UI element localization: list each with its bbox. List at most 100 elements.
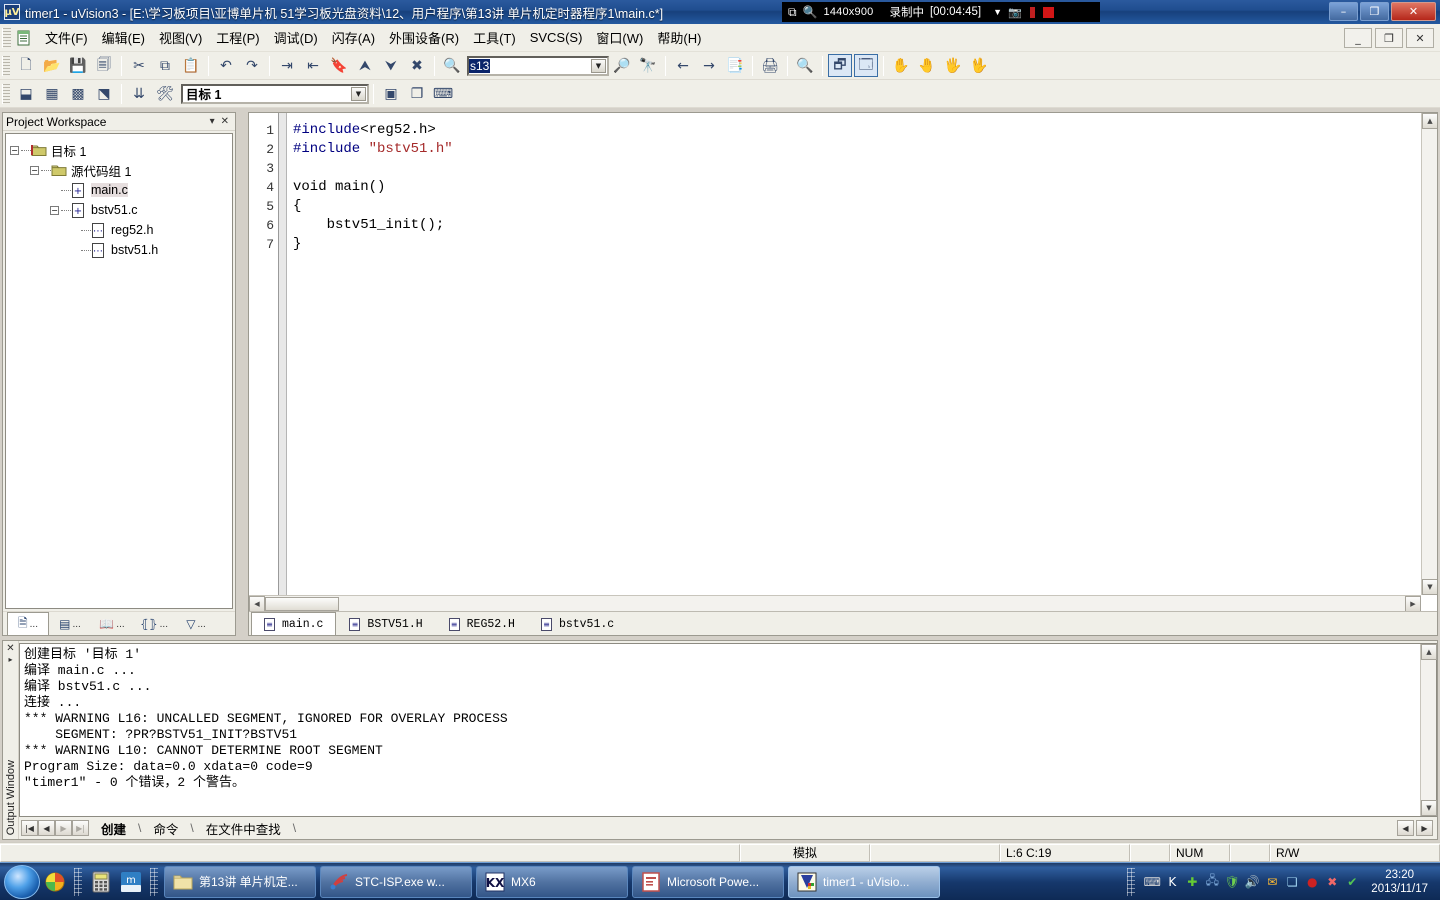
media-player-icon[interactable] bbox=[42, 867, 68, 897]
bookmark-list-icon[interactable]: 📑 bbox=[723, 54, 747, 77]
bookmark-prev-icon[interactable]: ⮝ bbox=[353, 54, 377, 77]
toolbar-gripper[interactable] bbox=[2, 55, 10, 76]
update-icon[interactable]: ✚ bbox=[1184, 874, 1200, 890]
menu-item-1[interactable]: 编辑(E) bbox=[95, 24, 152, 51]
bookmark-next-icon[interactable]: ⮟ bbox=[379, 54, 403, 77]
multi-project-icon[interactable]: ❐ bbox=[405, 82, 429, 105]
output-window-icon[interactable]: 🗔 bbox=[854, 54, 878, 77]
output-scroll-right-button[interactable]: ▶ bbox=[1416, 820, 1433, 836]
antivirus-icon[interactable]: ✖ bbox=[1324, 874, 1340, 890]
editor-horizontal-scrollbar[interactable]: ◀ ▶ bbox=[249, 595, 1421, 611]
menu-item-9[interactable]: 窗口(W) bbox=[589, 24, 650, 51]
scroll-right-button[interactable]: ▶ bbox=[1405, 595, 1421, 611]
scroll-left-button[interactable]: ◀ bbox=[249, 595, 265, 611]
output-vertical-scrollbar[interactable]: ▲ ▼ bbox=[1420, 644, 1437, 816]
stop-icon[interactable] bbox=[1042, 6, 1054, 18]
mdi-minimize-button[interactable]: _ bbox=[1344, 28, 1372, 48]
network-icon[interactable]: 🖧 bbox=[1204, 873, 1220, 890]
tree-item------1[interactable]: − 源代码组 1 bbox=[10, 160, 228, 180]
redo-icon[interactable]: ↷ bbox=[240, 54, 264, 77]
paste-icon[interactable]: 📋 bbox=[179, 54, 203, 77]
find-in-files-icon[interactable]: 🔍 bbox=[440, 54, 464, 77]
find-next-icon[interactable]: 🔭 bbox=[636, 54, 660, 77]
menu-gripper[interactable] bbox=[2, 27, 11, 48]
undo-icon[interactable]: ↶ bbox=[214, 54, 238, 77]
close-icon[interactable]: ✕ bbox=[218, 116, 232, 127]
toolbar-gripper-2[interactable] bbox=[2, 83, 10, 104]
debug-hand1-icon[interactable]: ✋ bbox=[889, 54, 913, 77]
menu-item-10[interactable]: 帮助(H) bbox=[650, 24, 708, 51]
tree-item----1[interactable]: − 目标 1 bbox=[10, 140, 228, 160]
kx-audio-icon[interactable]: K bbox=[1164, 874, 1180, 890]
save-all-icon[interactable]: 🗐 bbox=[92, 54, 116, 77]
taskbar-item-powerpoint[interactable]: Microsoft Powe... bbox=[632, 865, 784, 898]
editor-tab-reg52-h[interactable]: ≡ REG52.H bbox=[436, 612, 528, 635]
pause-icon[interactable] bbox=[1027, 6, 1037, 18]
taskbar-item-mx6[interactable]: KX MX6 bbox=[476, 865, 628, 898]
editor-tab-bstv51-h[interactable]: ≡ BSTV51.H bbox=[336, 612, 435, 635]
editor-vertical-scrollbar[interactable]: ▲ ▼ bbox=[1421, 113, 1437, 595]
bookmark-clear-icon[interactable]: ✖ bbox=[405, 54, 429, 77]
editor-tab-main-c[interactable]: ≡ main.c bbox=[251, 612, 337, 635]
restore-button[interactable]: ❐ bbox=[1360, 2, 1389, 21]
rebuild-icon[interactable]: ▦ bbox=[40, 82, 64, 105]
project-window-icon[interactable]: 🗗 bbox=[828, 54, 852, 77]
target-options-icon[interactable]: 🛠 bbox=[153, 82, 177, 105]
scroll-up-button[interactable]: ▲ bbox=[1422, 113, 1437, 129]
copy-icon[interactable]: ⧉ bbox=[153, 54, 177, 77]
debug-hand3-icon[interactable]: 🖐 bbox=[941, 54, 965, 77]
tree-expander-icon[interactable]: − bbox=[30, 165, 39, 175]
window-icon[interactable]: ⧉ bbox=[788, 6, 797, 18]
build-all-icon[interactable]: ▩ bbox=[66, 82, 90, 105]
calculator-icon[interactable] bbox=[88, 867, 114, 897]
menu-item-3[interactable]: 工程(P) bbox=[209, 24, 266, 51]
shield-icon[interactable]: 🛡 bbox=[1224, 874, 1240, 890]
debug-hand2-icon[interactable]: 🤚 bbox=[915, 54, 939, 77]
close-button[interactable]: ✕ bbox=[1391, 2, 1436, 21]
taskbar-item-uvision[interactable]: timer1 - uVisio... bbox=[788, 865, 940, 898]
search-combo[interactable]: s13 ▼ bbox=[467, 55, 609, 76]
output-tab-0[interactable]: 创建 bbox=[91, 818, 138, 839]
safe-icon[interactable]: ✔ bbox=[1344, 874, 1360, 890]
output-tab-1[interactable]: 命令 bbox=[143, 818, 190, 839]
tab-next-button[interactable]: ▶ bbox=[55, 820, 72, 836]
tree-expander-icon[interactable]: − bbox=[10, 145, 19, 155]
taskbar-item-stcisp[interactable]: STC-ISP.exe w... bbox=[320, 865, 472, 898]
build-icon[interactable]: ⬓ bbox=[14, 82, 38, 105]
new-file-icon[interactable]: 🗋 bbox=[14, 54, 38, 77]
scroll-down-button[interactable]: ▼ bbox=[1422, 579, 1437, 595]
menu-item-6[interactable]: 外围设备(R) bbox=[382, 24, 466, 51]
tab-last-button[interactable]: ▶| bbox=[72, 820, 89, 836]
outdent-icon[interactable]: ⇤ bbox=[301, 54, 325, 77]
save-icon[interactable]: 💾 bbox=[66, 54, 90, 77]
download-icon[interactable]: ⇊ bbox=[127, 82, 151, 105]
tab-first-button[interactable]: |◀ bbox=[21, 820, 38, 836]
chevron-down-icon[interactable]: ▼ bbox=[591, 58, 606, 73]
open-file-icon[interactable]: 📂 bbox=[40, 54, 64, 77]
menu-item-8[interactable]: SVCS(S) bbox=[523, 26, 590, 49]
chevron-down-icon[interactable]: ▾ bbox=[207, 116, 218, 127]
editor-body[interactable]: 1234567 #include<reg52.h> #include "bstv5… bbox=[249, 113, 1437, 611]
tree-expander-icon[interactable]: − bbox=[50, 205, 59, 215]
functions-tab[interactable]: ⦃⦄... bbox=[133, 612, 175, 635]
record-icon[interactable]: ● bbox=[1304, 874, 1320, 890]
taskbar-item-folder[interactable]: 第13讲 单片机定... bbox=[164, 865, 316, 898]
menu-item-7[interactable]: 工具(T) bbox=[466, 24, 523, 51]
minimize-button[interactable]: – bbox=[1329, 2, 1358, 21]
mdi-close-button[interactable]: ✕ bbox=[1406, 28, 1434, 48]
navigate-forward-icon[interactable]: → bbox=[697, 54, 721, 77]
start-button[interactable] bbox=[4, 864, 40, 899]
navigate-back-icon[interactable]: ← bbox=[671, 54, 695, 77]
find-icon[interactable]: 🔎 bbox=[610, 54, 634, 77]
menu-item-5[interactable]: 闪存(A) bbox=[325, 24, 382, 51]
debug-hand4-icon[interactable]: 🖖 bbox=[967, 54, 991, 77]
indent-icon[interactable]: ⇥ bbox=[275, 54, 299, 77]
mdi-restore-button[interactable]: ❐ bbox=[1375, 28, 1403, 48]
output-tab-2[interactable]: 在文件中查找 bbox=[196, 818, 293, 839]
bookmark-toggle-icon[interactable]: 🔖 bbox=[327, 54, 351, 77]
manage-components-icon[interactable]: ▣ bbox=[379, 82, 403, 105]
close-icon[interactable]: ✕ bbox=[6, 643, 14, 654]
chevron-down-icon[interactable]: ▼ bbox=[993, 7, 1002, 17]
target-select[interactable]: 目标 1 ▼ bbox=[181, 83, 369, 104]
app-icon[interactable]: ❏ bbox=[1284, 874, 1300, 890]
